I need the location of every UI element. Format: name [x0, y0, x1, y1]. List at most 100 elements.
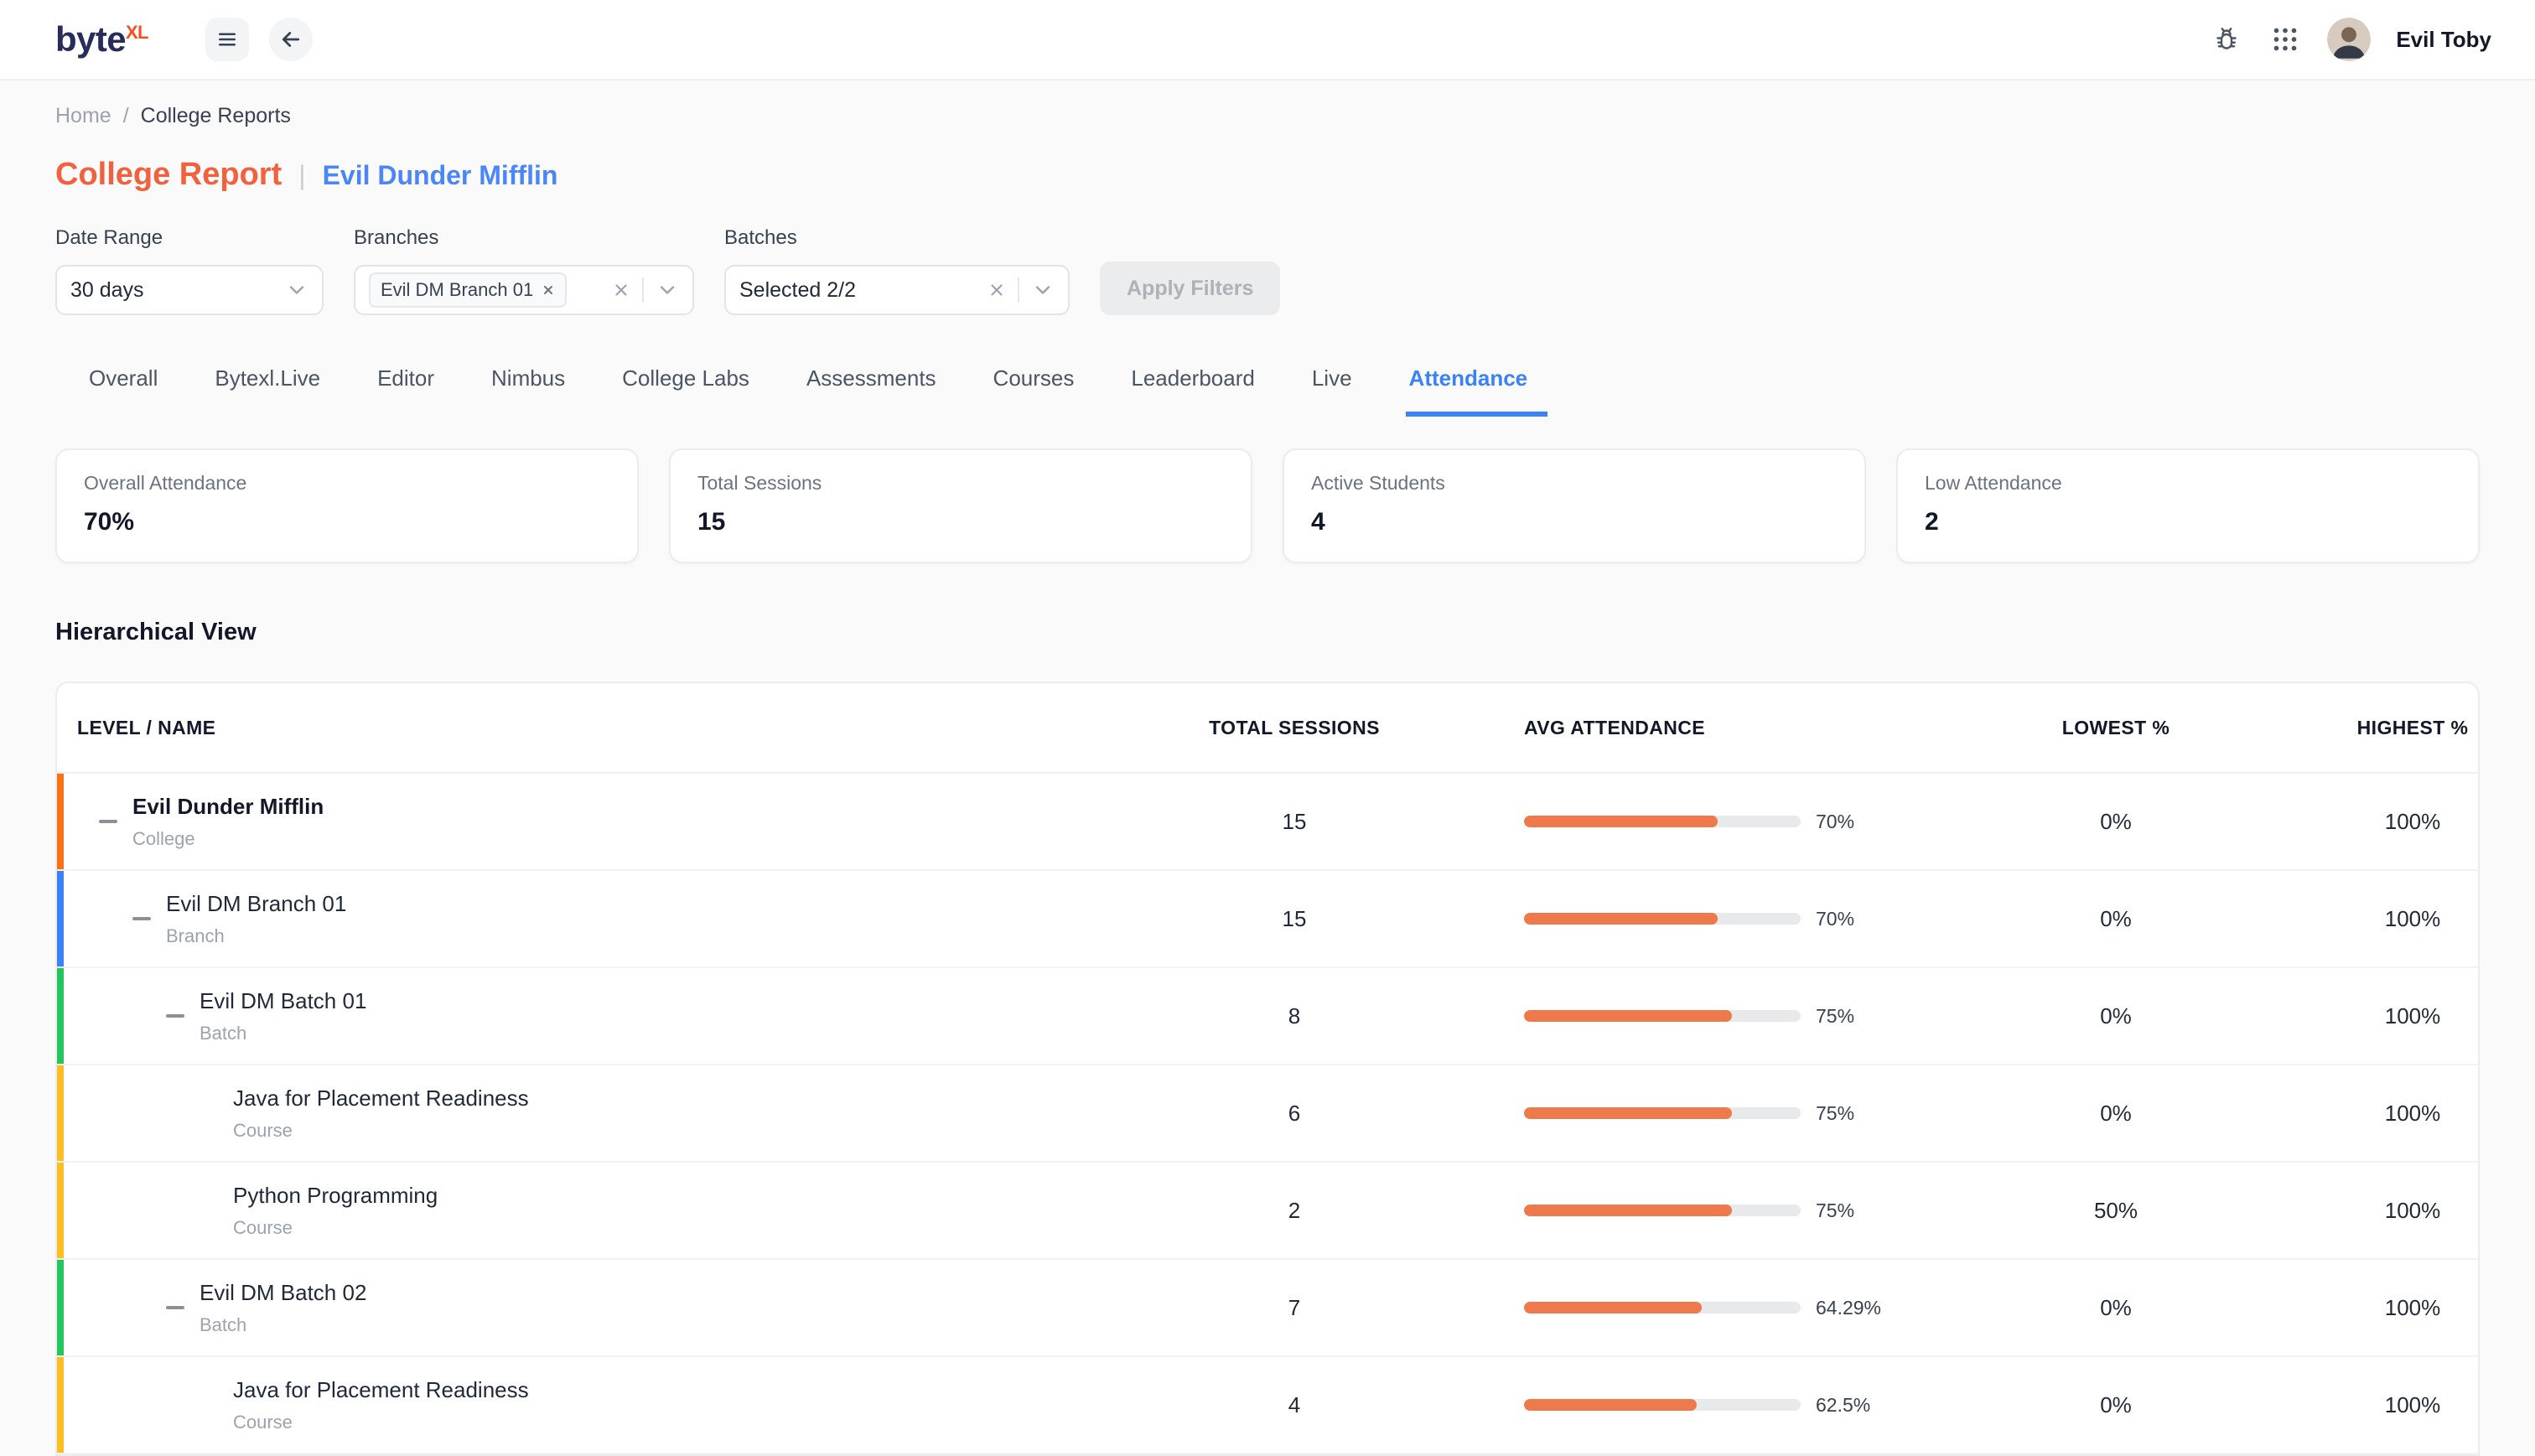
- grid-icon: [2270, 24, 2300, 54]
- stat-label: Active Students: [1311, 472, 1838, 495]
- bug-icon: [2211, 24, 2242, 54]
- header-avg-attendance: AVG ATTENDANCE: [1445, 717, 1982, 739]
- date-range-value: 30 days: [70, 278, 144, 303]
- row-type: College: [132, 828, 324, 850]
- header-total-sessions: TOTAL SESSIONS: [1143, 717, 1445, 739]
- row-accent-bar: [57, 1357, 64, 1453]
- row-total-sessions: 8: [1143, 1003, 1445, 1029]
- chip-remove-icon[interactable]: [542, 283, 555, 297]
- attendance-percent: 70%: [1816, 811, 1854, 833]
- row-total-sessions: 6: [1143, 1101, 1445, 1127]
- table-row-batch: Evil DM Batch 01 Batch 8 75% 0% 100%: [57, 968, 2478, 1065]
- row-accent-bar: [57, 774, 64, 869]
- row-accent-bar: [57, 871, 64, 966]
- attendance-bar-track: [1524, 1010, 1801, 1022]
- attendance-bar-track: [1524, 1399, 1801, 1411]
- table-row-college: Evil Dunder Mifflin College 15 70% 0% 10…: [57, 774, 2478, 871]
- tab-nimbus[interactable]: Nimbus: [488, 359, 568, 417]
- tab-bytexl-live[interactable]: Bytexl.Live: [211, 359, 324, 417]
- row-total-sessions: 7: [1143, 1295, 1445, 1321]
- stat-value: 2: [1925, 508, 2451, 536]
- row-lowest: 50%: [1982, 1198, 2216, 1224]
- attendance-bar-fill: [1524, 816, 1718, 827]
- stat-label: Low Attendance: [1925, 472, 2451, 495]
- clear-branches-icon[interactable]: [612, 281, 630, 299]
- row-highest: 100%: [2216, 1198, 2475, 1224]
- tab-leaderboard[interactable]: Leaderboard: [1128, 359, 1257, 417]
- table-row-batch: Evil DM Batch 02 Batch 7 64.29% 0% 100%: [57, 1260, 2478, 1357]
- attendance-bar-fill: [1524, 1302, 1702, 1314]
- date-range-select[interactable]: 30 days: [55, 265, 324, 315]
- table-row-course: Python Programming Course 2 75% 50% 100%: [57, 1163, 2478, 1260]
- collapse-toggle[interactable]: [132, 902, 166, 935]
- attendance-bar-track: [1524, 1107, 1801, 1119]
- chevron-down-icon[interactable]: [656, 278, 679, 302]
- attendance-bar-fill: [1524, 1107, 1732, 1119]
- row-type: Batch: [200, 1314, 366, 1336]
- bug-report-button[interactable]: [2210, 23, 2243, 56]
- attendance-bar-track: [1524, 816, 1801, 827]
- tab-attendance[interactable]: Attendance: [1406, 359, 1548, 417]
- stat-value: 70%: [84, 508, 610, 536]
- back-button[interactable]: [269, 18, 313, 61]
- avatar-photo: [2327, 18, 2371, 61]
- attendance-bar-fill: [1524, 1010, 1732, 1022]
- breadcrumb-separator: /: [123, 104, 129, 128]
- apps-grid-button[interactable]: [2268, 23, 2302, 56]
- row-total-sessions: 2: [1143, 1198, 1445, 1224]
- breadcrumb: Home / College Reports: [0, 80, 2535, 128]
- attendance-bar-track: [1524, 913, 1801, 925]
- tab-live[interactable]: Live: [1309, 359, 1356, 417]
- attendance-bar-track: [1524, 1302, 1801, 1314]
- row-accent-bar: [57, 968, 64, 1064]
- select-divider: [1018, 277, 1019, 303]
- row-lowest: 0%: [1982, 1101, 2216, 1127]
- chevron-down-icon[interactable]: [285, 278, 308, 302]
- stat-card-active-students: Active Students 4: [1283, 448, 1866, 563]
- breadcrumb-home[interactable]: Home: [55, 104, 111, 128]
- branch-chip[interactable]: Evil DM Branch 01: [369, 272, 567, 308]
- attendance-percent: 62.5%: [1816, 1394, 1870, 1417]
- tab-assessments[interactable]: Assessments: [803, 359, 940, 417]
- collapse-toggle[interactable]: [166, 1291, 200, 1324]
- branches-label: Branches: [354, 226, 694, 250]
- stat-card-overall-attendance: Overall Attendance 70%: [55, 448, 639, 563]
- apply-filters-button[interactable]: Apply Filters: [1100, 262, 1280, 315]
- row-highest: 100%: [2216, 1295, 2475, 1321]
- menu-list-button[interactable]: [205, 18, 249, 61]
- collapse-toggle[interactable]: [99, 805, 132, 838]
- row-type: Course: [233, 1217, 438, 1239]
- table-row-branch: Evil DM Branch 01 Branch 15 70% 0% 100%: [57, 871, 2478, 968]
- table-row-course: Java for Placement Readiness Course 4 62…: [57, 1357, 2478, 1454]
- collapse-toggle[interactable]: [166, 999, 200, 1033]
- attendance-bar-track: [1524, 1205, 1801, 1216]
- tab-college-labs[interactable]: College Labs: [619, 359, 753, 417]
- chevron-down-icon[interactable]: [1031, 278, 1055, 302]
- branches-multiselect[interactable]: Evil DM Branch 01: [354, 265, 694, 315]
- date-range-filter: Date Range 30 days: [55, 226, 324, 315]
- tab-courses[interactable]: Courses: [990, 359, 1078, 417]
- attendance-bar-fill: [1524, 1205, 1732, 1216]
- batches-multiselect[interactable]: Selected 2/2: [724, 265, 1070, 315]
- row-lowest: 0%: [1982, 1295, 2216, 1321]
- table-header-row: LEVEL / NAME TOTAL SESSIONS AVG ATTENDAN…: [57, 683, 2478, 774]
- row-lowest: 0%: [1982, 1392, 2216, 1418]
- row-lowest: 0%: [1982, 809, 2216, 835]
- tab-overall[interactable]: Overall: [86, 359, 161, 417]
- stat-value: 4: [1311, 508, 1838, 536]
- user-name[interactable]: Evil Toby: [2396, 27, 2491, 53]
- header-lowest: LOWEST %: [1982, 717, 2216, 739]
- bytexl-logo[interactable]: byteXL: [55, 19, 148, 60]
- row-lowest: 0%: [1982, 906, 2216, 932]
- header-level-name: LEVEL / NAME: [57, 717, 1143, 739]
- top-bar: byteXL: [0, 0, 2535, 80]
- header-highest: HIGHEST %: [2216, 717, 2475, 739]
- page-title-report: College Report: [55, 157, 282, 193]
- user-avatar[interactable]: [2327, 18, 2371, 61]
- page-title-separator: |: [298, 160, 305, 191]
- row-highest: 100%: [2216, 1392, 2475, 1418]
- row-name: Python Programming: [233, 1183, 438, 1209]
- clear-batches-icon[interactable]: [988, 281, 1006, 299]
- topbar-right-cluster: Evil Toby: [2210, 18, 2491, 61]
- tab-editor[interactable]: Editor: [374, 359, 438, 417]
